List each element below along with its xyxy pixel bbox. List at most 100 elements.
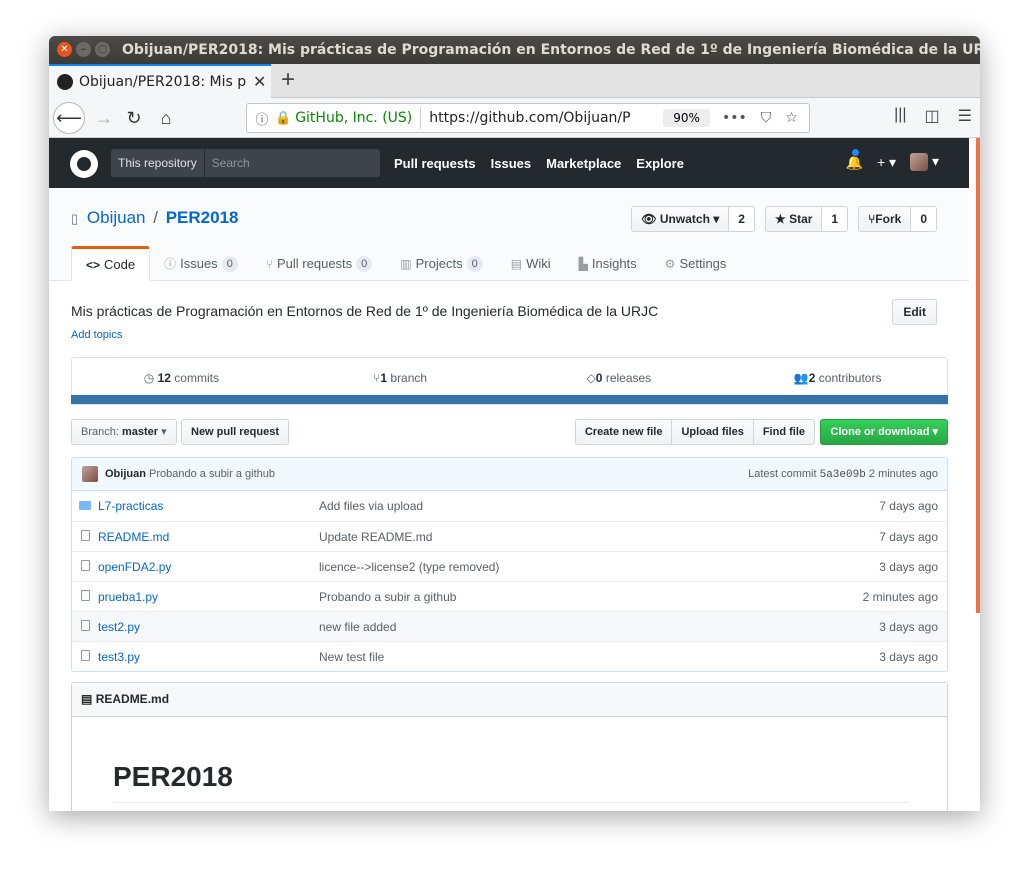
readme-header: ▤ README.md [72,683,947,717]
branch-select[interactable]: Branch: master ▾ [71,419,177,445]
create-new-menu[interactable]: + ▾ [877,154,896,171]
pocket-icon[interactable]: ⛉ [761,110,772,126]
nav-marketplace[interactable]: Marketplace [546,156,621,171]
url-bar[interactable]: ⓘ 🔒 GitHub, Inc. (US) https://github.com… [246,103,810,133]
commit-author[interactable]: Obijuan [105,468,146,480]
forward-button[interactable]: → [89,104,119,132]
fork-count[interactable]: 0 [911,206,937,232]
fork-group: ⑂Fork 0 [858,206,937,232]
minimize-window-button[interactable]: – [76,42,91,57]
repo-owner-link[interactable]: Obijuan [87,208,146,227]
project-icon: ▥ [400,256,412,271]
info-icon[interactable]: ⓘ [251,109,273,128]
upload-files-button[interactable]: Upload files [671,419,754,445]
avatar[interactable] [82,466,98,482]
tab-settings[interactable]: ⚙ Settings [651,246,741,281]
notifications-bell-icon[interactable]: 🔔 [846,147,863,171]
bookmark-star-icon[interactable]: ☆ [785,110,798,126]
browser-window: ✕ – ▢ Obijuan/PER2018: Mis prácticas de … [49,36,980,811]
folder-icon [79,501,91,510]
tag-icon: ◇ [586,371,596,385]
people-icon: 👥 [793,371,809,385]
search-input[interactable]: Search [205,149,250,177]
lock-icon: 🔒 [275,110,292,126]
file-commit-message[interactable]: New test file [319,650,384,664]
library-icon[interactable]: ||| [894,106,906,126]
navigation-toolbar: ⟵ → ↻ ⌂ ⓘ 🔒 GitHub, Inc. (US) https://gi… [49,98,980,138]
nav-issues[interactable]: Issues [491,156,531,171]
new-tab-button[interactable]: + [281,66,295,94]
repo-nav: <> Code ⓘ Issues 0 ⑂ Pull requests 0 ▥ Project… [71,246,740,281]
search-box[interactable]: This repository Search [111,149,380,177]
create-new-file-button[interactable]: Create new file [574,419,673,445]
file-commit-message[interactable]: Probando a subir a github [319,590,456,604]
fork-button[interactable]: ⑂Fork [858,206,912,232]
tab-projects[interactable]: ▥ Projects 0 [386,246,496,281]
watch-count[interactable]: 2 [729,206,755,232]
unwatch-group: 👁 Unwatch ▾ 2 [631,206,755,232]
tab-pull-requests[interactable]: ⑂ Pull requests 0 [252,246,386,281]
home-button[interactable]: ⌂ [151,104,181,132]
scrollbar[interactable] [976,138,980,613]
file-commit-message[interactable]: licence-->license2 (type removed) [319,560,499,574]
site-identity[interactable]: GitHub, Inc. (US) [295,110,412,126]
book-icon: ▤ [510,256,523,271]
sidebar-icon[interactable]: ◫ [925,106,940,126]
tab-close-icon[interactable]: ✕ [253,72,266,92]
tab-insights[interactable]: ▙ Insights [565,246,651,281]
file-name-link[interactable]: test2.py [98,620,319,634]
file-commit-message[interactable]: new file added [319,620,396,634]
github-nav: Pull requests Issues Marketplace Explore [394,138,684,188]
tab-code[interactable]: <> Code [71,246,151,281]
file-name-link[interactable]: README.md [98,530,319,544]
new-pull-request-button[interactable]: New pull request [181,419,290,445]
hamburger-menu-icon[interactable]: ☰ [958,106,972,126]
table-row: test3.py New test file 3 days ago [72,641,947,671]
maximize-window-button[interactable]: ▢ [95,42,110,57]
edit-description-button[interactable]: Edit [892,299,937,325]
star-icon: ★ [774,212,786,226]
file-name-link[interactable]: test3.py [98,650,319,664]
language-bar[interactable] [71,395,948,404]
page-actions-icon[interactable]: ••• [722,110,747,126]
repo-name-link[interactable]: PER2018 [166,208,239,227]
star-count[interactable]: 1 [822,206,849,232]
github-header: This repository Search Pull requests Iss… [49,138,969,188]
repo-page-head: ▯ Obijuan / PER2018 👁 Unwatch ▾ 2 ★ Star… [49,188,969,281]
tab-wiki[interactable]: ▤ Wiki [497,246,565,281]
back-button[interactable]: ⟵ [53,102,85,134]
file-commit-message[interactable]: Add files via upload [319,499,423,513]
file-name-link[interactable]: L7-practicas [98,499,319,513]
file-age: 7 days ago [879,499,938,513]
add-topics-link[interactable]: Add topics [71,329,122,341]
reload-button[interactable]: ↻ [119,104,149,132]
search-scope-label: This repository [111,149,205,177]
history-icon: ◷ [143,371,155,385]
find-file-button[interactable]: Find file [752,419,815,445]
clone-download-button[interactable]: Clone or download ▾ [820,419,948,445]
commit-sha[interactable]: 5a3e09b [820,469,866,481]
file-age: 2 minutes ago [862,589,938,604]
star-button[interactable]: ★ Star [764,206,823,232]
table-row: test2.py new file added 3 days ago [72,611,947,641]
user-menu[interactable]: ▾ [910,153,939,172]
latest-commit-bar: Obijuan Probando a subir a github Latest… [71,457,948,491]
commit-message[interactable]: Probando a subir a github [149,468,275,480]
file-name-link[interactable]: prueba1.py [98,590,319,604]
file-age: 7 days ago [879,529,938,544]
github-logo-icon[interactable] [70,150,98,178]
star-group: ★ Star 1 [764,206,849,232]
repo-icon: ▯ [71,211,79,226]
window-title: Obijuan/PER2018: Mis prácticas de Progra… [122,42,980,58]
browser-tab[interactable]: Obijuan/PER2018: Mis p ✕ [49,64,271,98]
table-row: openFDA2.py licence-->license2 (type rem… [72,551,947,581]
url-text[interactable]: https://github.com/Obijuan/P [429,110,651,126]
nav-explore[interactable]: Explore [636,156,684,171]
close-window-button[interactable]: ✕ [57,42,72,57]
file-commit-message[interactable]: Update README.md [319,530,432,544]
zoom-indicator[interactable]: 90% [663,109,710,127]
file-name-link[interactable]: openFDA2.py [98,560,319,574]
unwatch-button[interactable]: 👁 Unwatch ▾ [631,206,730,232]
tab-issues[interactable]: ⓘ Issues 0 [150,246,252,281]
nav-pull-requests[interactable]: Pull requests [394,156,476,171]
